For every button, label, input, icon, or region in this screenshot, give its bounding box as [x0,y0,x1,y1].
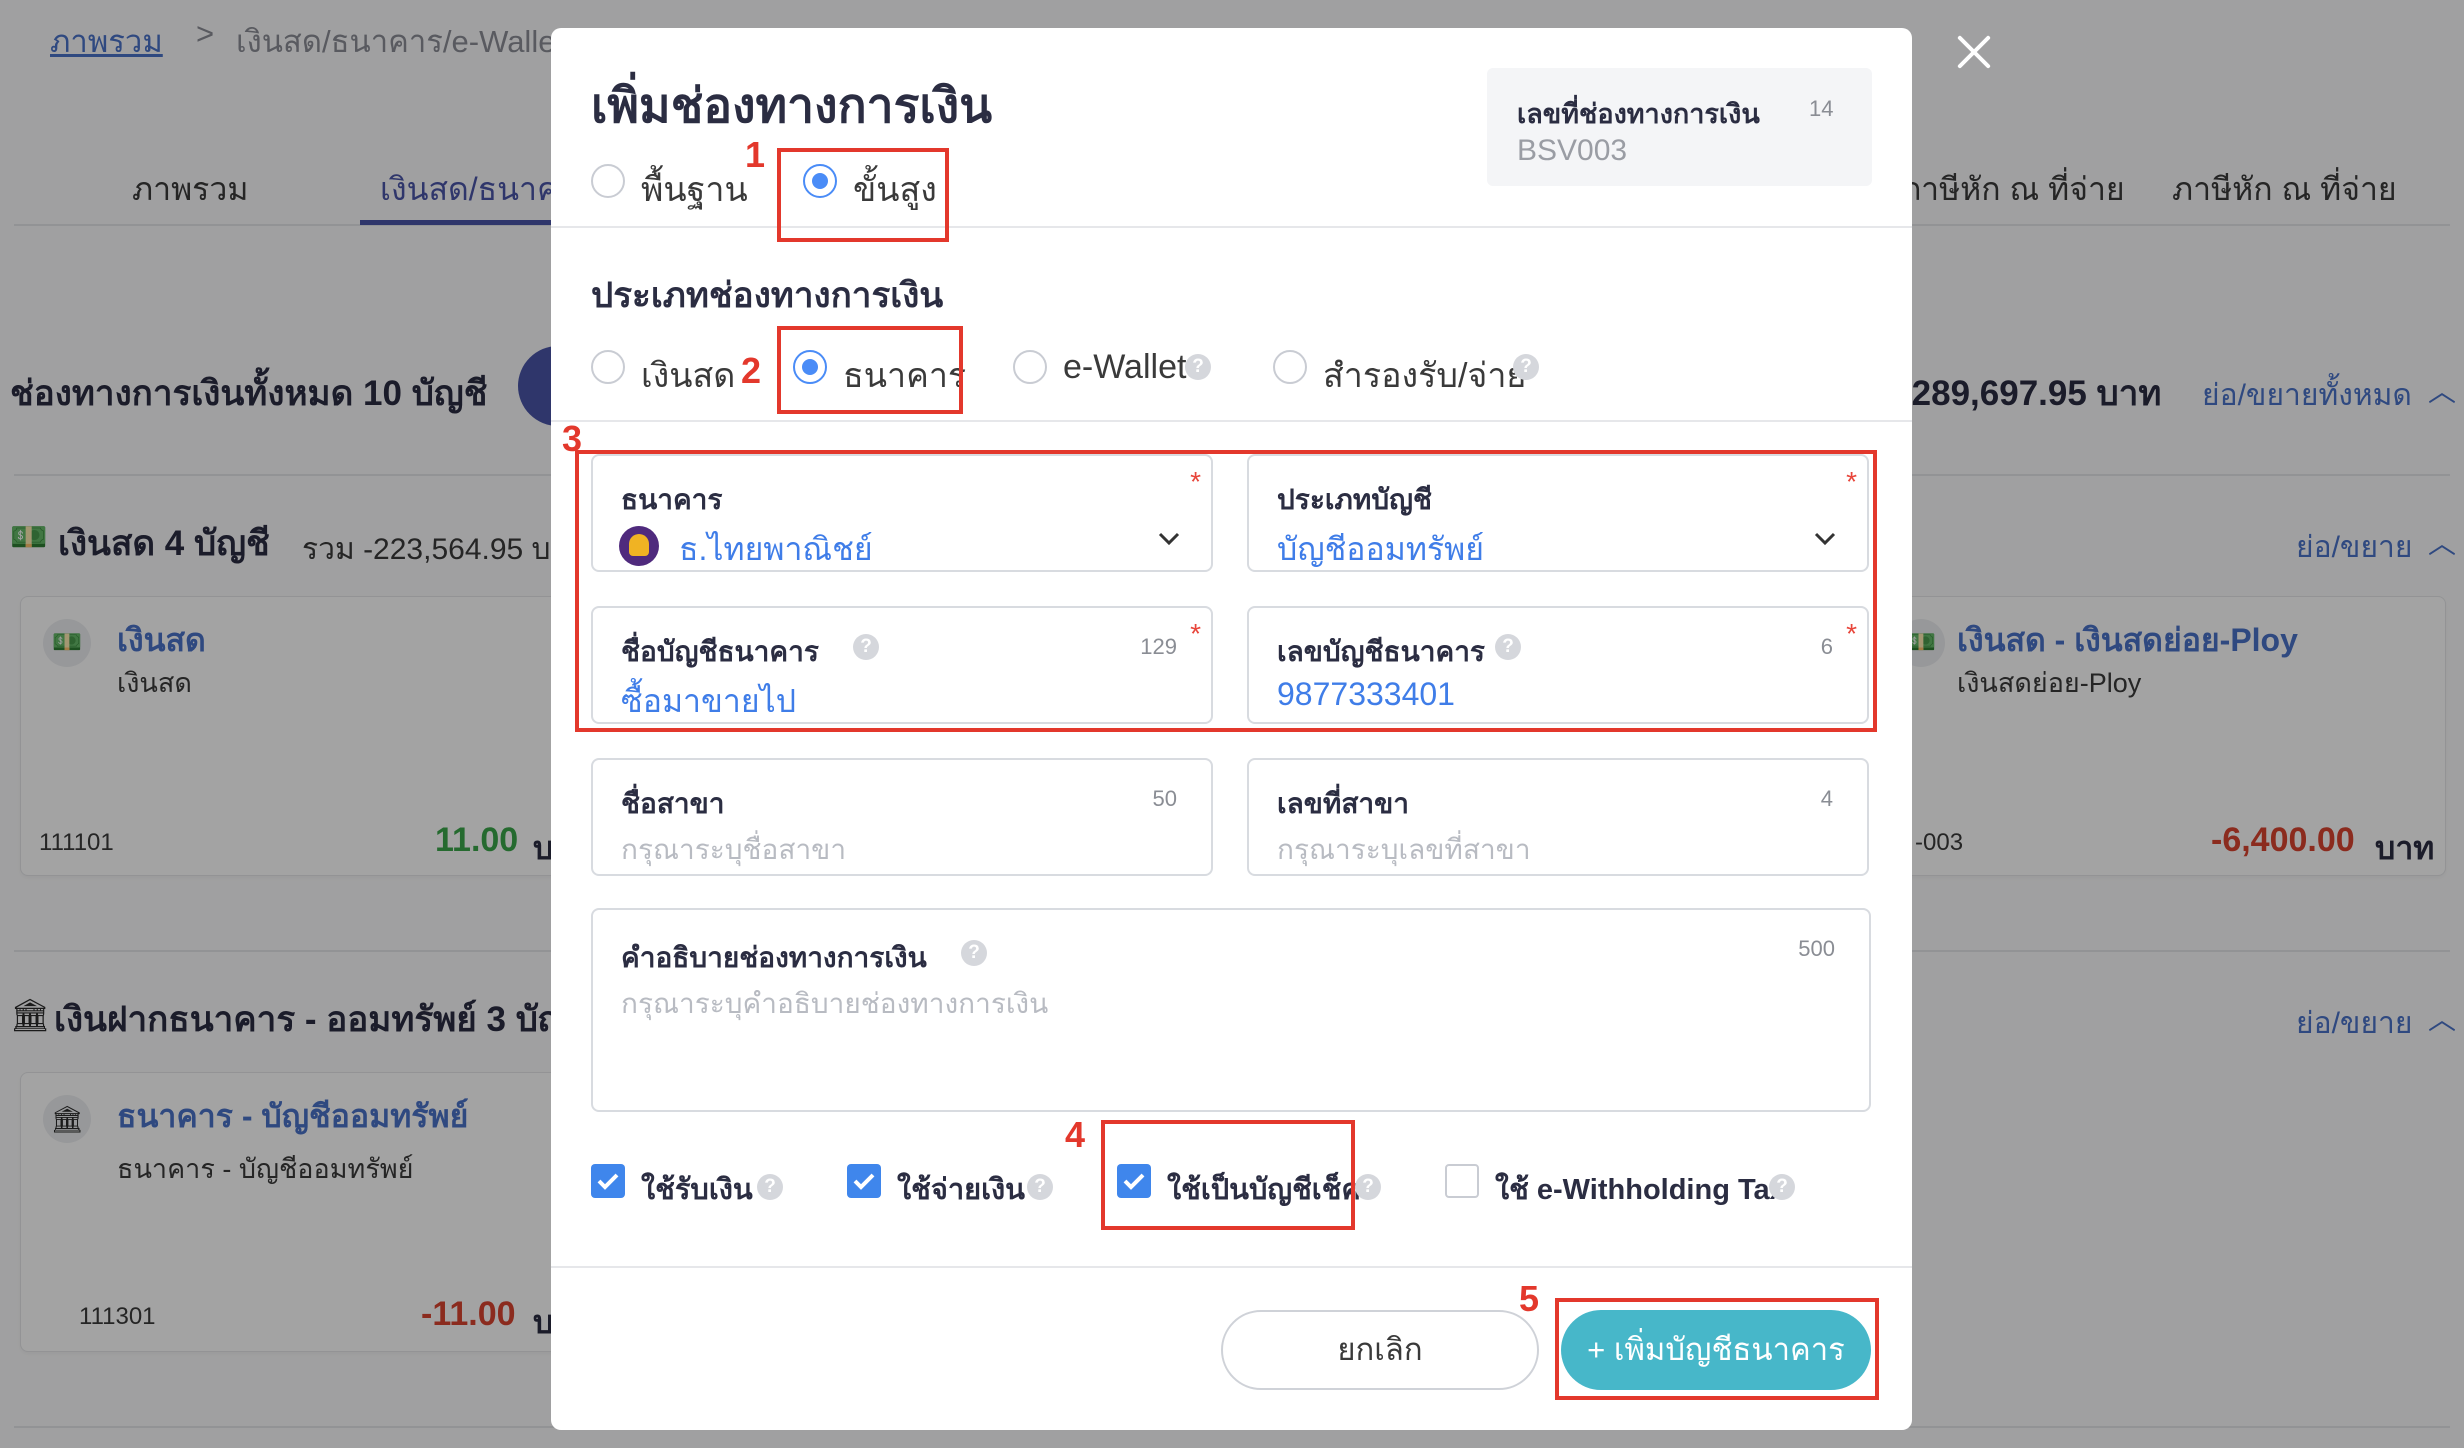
doc-number-count: 14 [1809,96,1834,121]
type-ewallet-label[interactable]: e-Wallet [1063,348,1186,387]
check-icon [597,1173,619,1190]
help-icon[interactable]: ? [1513,354,1539,380]
help-icon[interactable]: ? [1769,1174,1795,1200]
modal-divider [551,226,1912,228]
use-pay-label[interactable]: ใช้จ่ายเงิน [897,1166,1025,1212]
branch-number-label: เลขที่สาขา [1277,788,1410,819]
description-textarea[interactable]: คำอธิบายช่องทางการเงิน ? 500 กรุณาระบุคำ… [591,908,1871,1112]
step-number-5: 5 [1519,1278,1540,1319]
use-receive-checkbox[interactable] [591,1164,625,1198]
type-ewallet-radio[interactable] [1013,350,1047,384]
branch-name-placeholder[interactable]: กรุณาระบุชื่อสาขา [621,828,846,872]
help-icon[interactable]: ? [961,940,987,966]
use-ewht-checkbox[interactable] [1445,1164,1479,1198]
char-count: 50 [1152,786,1177,811]
highlight-box-1 [777,148,949,242]
branch-name-field[interactable]: ชื่อสาขา 50 กรุณาระบุชื่อสาขา [591,758,1213,876]
type-cash-label[interactable]: เงินสด [641,348,735,402]
branch-number-field[interactable]: เลขที่สาขา 4 กรุณาระบุเลขที่สาขา [1247,758,1869,876]
use-ewht-label[interactable]: ใช้ e-Withholding Tax [1495,1166,1786,1212]
mode-basic-label[interactable]: พื้นฐาน [641,162,748,216]
close-icon[interactable] [1952,30,1996,74]
highlight-box-4 [1101,1120,1355,1230]
help-icon[interactable]: ? [1027,1174,1053,1200]
add-financial-channel-modal: เพิ่มช่องทางการเงิน พื้นฐาน ขั้นสูง เลขท… [551,28,1912,1430]
type-reserve-label[interactable]: สำรองรับ/จ่าย [1323,348,1526,402]
step-number-1: 1 [745,134,766,175]
mode-basic-radio[interactable] [591,164,625,198]
check-icon [853,1173,875,1190]
step-number-2: 2 [741,350,762,391]
doc-number-value: BSV003 [1517,134,1628,167]
help-icon[interactable]: ? [757,1174,783,1200]
type-reserve-radio[interactable] [1273,350,1307,384]
char-count: 500 [1798,936,1835,961]
highlight-box-2 [777,326,963,414]
type-cash-radio[interactable] [591,350,625,384]
modal-title: เพิ่มช่องทางการเงิน [591,80,993,133]
step-number-3: 3 [562,418,583,459]
step-number-4: 4 [1065,1114,1086,1155]
branch-name-label: ชื่อสาขา [621,788,725,819]
help-icon[interactable]: ? [1355,1174,1381,1200]
highlight-box-3 [575,450,1877,732]
highlight-box-5 [1555,1298,1879,1400]
doc-number-label: เลขที่ช่องทางการเงิน [1517,99,1760,129]
branch-number-placeholder[interactable]: กรุณาระบุเลขที่สาขา [1277,828,1531,872]
modal-divider [551,420,1912,422]
char-count: 4 [1820,786,1833,811]
description-placeholder[interactable]: กรุณาระบุคำอธิบายช่องทางการเงิน [621,982,1048,1026]
channel-type-title: ประเภทช่องทางการเงิน [591,276,944,315]
use-receive-label[interactable]: ใช้รับเงิน [641,1166,753,1212]
description-label: คำอธิบายช่องทางการเงิน [621,942,927,973]
use-pay-checkbox[interactable] [847,1164,881,1198]
modal-footer-divider [551,1266,1912,1268]
doc-number-box: เลขที่ช่องทางการเงิน 14 BSV003 [1487,68,1872,186]
cancel-button[interactable]: ยกเลิก [1221,1310,1539,1390]
help-icon[interactable]: ? [1185,354,1211,380]
